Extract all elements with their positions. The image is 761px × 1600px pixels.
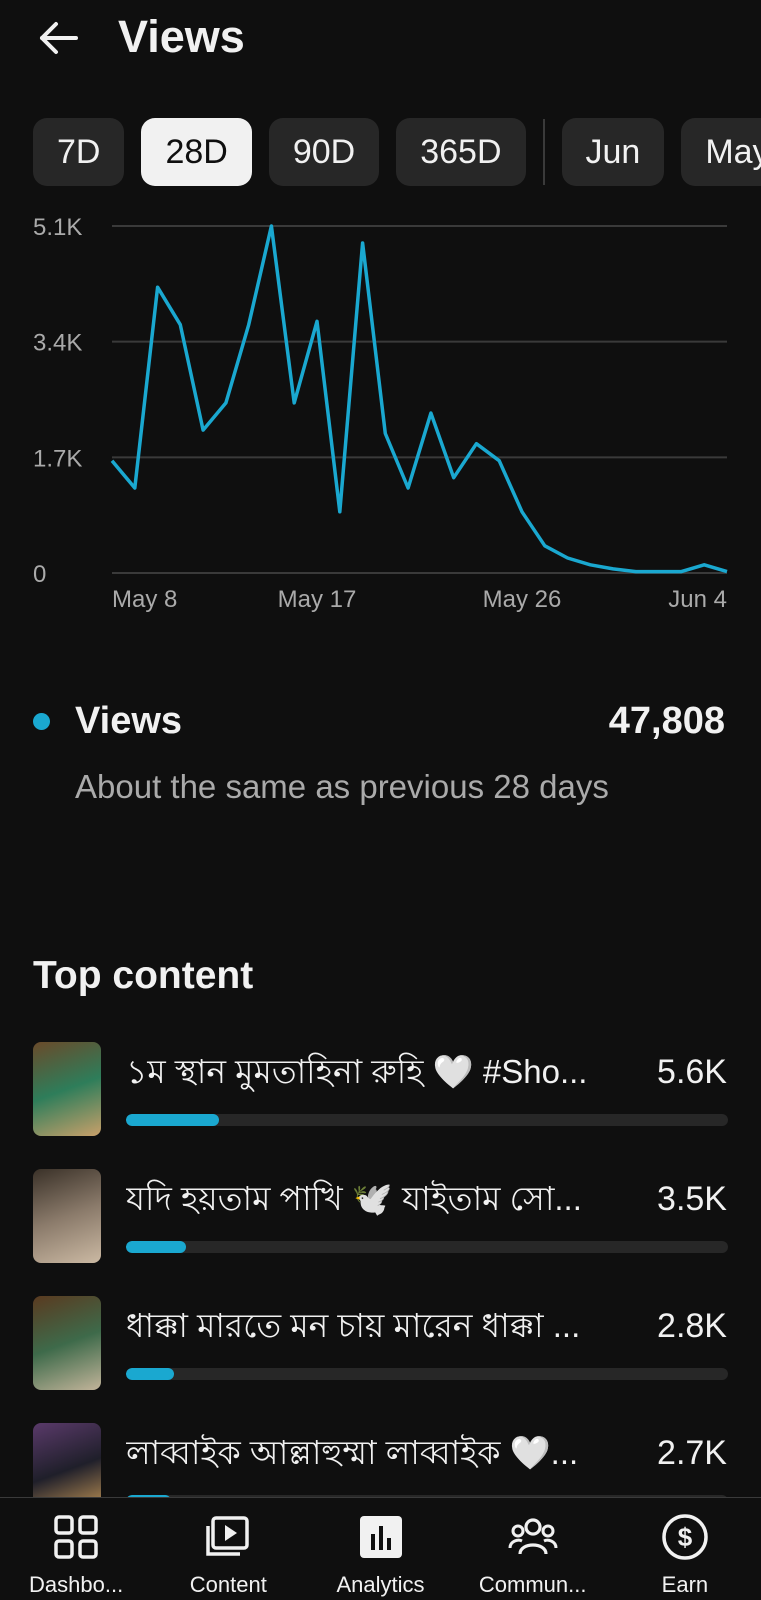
nav-earn[interactable]: $ Earn: [609, 1498, 761, 1600]
nav-label: Earn: [661, 1572, 709, 1597]
nav-label: Dashbo...: [29, 1572, 124, 1597]
chip-365d[interactable]: 365D: [396, 118, 526, 186]
views-share-fill: [126, 1114, 220, 1126]
metric-label: Views: [75, 700, 183, 742]
x-tick-label: May 8: [112, 586, 177, 613]
views-line-chart: 0 1.7K 3.4K 5.1K May 8 May 17 May 26 Jun 4: [33, 214, 728, 613]
nav-label: Analytics: [336, 1572, 425, 1597]
nav-dashboard[interactable]: Dashbo...: [0, 1498, 152, 1600]
list-item[interactable]: লাব্বাইক আল্লাহুম্মা লাব্বাইক 🤍... 2.7K: [0, 1423, 761, 1497]
views-share-bar: [126, 1368, 728, 1380]
chip-7d[interactable]: 7D: [33, 118, 125, 186]
content-library-icon: [206, 1516, 250, 1556]
views-chart: 0 1.7K 3.4K 5.1K May 8 May 17 May 26 Jun 4: [0, 200, 761, 640]
y-tick-label: 5.1K: [33, 214, 82, 241]
arrow-left-icon: [40, 22, 78, 54]
nav-label: Commun...: [478, 1572, 587, 1597]
video-views: 2.8K: [657, 1307, 727, 1345]
bottom-nav: Dashbo... Content Analytics Commun... $ …: [0, 1497, 761, 1600]
chip-28d[interactable]: 28D: [141, 118, 252, 186]
video-views: 2.7K: [657, 1434, 727, 1472]
video-views: 5.6K: [657, 1053, 727, 1091]
chip-divider: [542, 119, 545, 185]
top-content-list: ১ম স্থান মুমতাহিনা রুহি 🤍 #Sho... 5.6K য…: [0, 1042, 761, 1497]
x-tick-label: May 17: [278, 586, 357, 613]
dashboard-grid-icon: [54, 1515, 98, 1559]
nav-analytics[interactable]: Analytics: [304, 1498, 456, 1600]
chip-jun[interactable]: Jun: [561, 118, 665, 186]
app-header: Views: [0, 0, 761, 90]
y-tick-label: 0: [33, 561, 46, 588]
legend-dot: [33, 713, 50, 730]
video-views: 3.5K: [657, 1180, 727, 1218]
analytics-bar-icon: [359, 1516, 402, 1558]
period-chips: 7D 28D 90D 365D Jun May: [33, 118, 761, 186]
svg-text:$: $: [678, 1522, 693, 1552]
views-share-fill: [126, 1241, 187, 1253]
community-people-icon: [508, 1518, 558, 1555]
video-title: ধাক্কা মারতে মন চায় মারেন ধাক্কা ...: [126, 1307, 581, 1344]
video-title: লাব্বাইক আল্লাহুম্মা লাব্বাইক 🤍...: [126, 1434, 579, 1471]
video-thumbnail: [33, 1423, 101, 1497]
y-tick-label: 3.4K: [33, 330, 82, 357]
chip-90d[interactable]: 90D: [268, 118, 380, 186]
video-title: যদি হয়তাম পাখি 🕊️ যাইতাম সো...: [126, 1180, 582, 1217]
views-series-line: [110, 224, 728, 574]
metric-comparison: About the same as previous 28 days: [75, 768, 609, 805]
views-share-bar: [126, 1114, 728, 1126]
x-tick-label: Jun 4: [668, 586, 727, 613]
nav-community[interactable]: Commun...: [457, 1498, 609, 1600]
nav-label: Content: [189, 1572, 267, 1597]
earn-dollar-icon: $: [662, 1514, 708, 1560]
page-title: Views: [118, 11, 245, 62]
video-title: ১ম স্থান মুমতাহিনা রুহি 🤍 #Sho...: [126, 1053, 588, 1090]
video-thumbnail: [33, 1169, 101, 1263]
list-item[interactable]: যদি হয়তাম পাখি 🕊️ যাইতাম সো... 3.5K: [0, 1169, 761, 1264]
video-thumbnail: [33, 1296, 101, 1390]
y-tick-label: 1.7K: [33, 445, 82, 472]
top-content-title: Top content: [33, 954, 254, 997]
x-tick-label: May 26: [483, 586, 562, 613]
views-share-bar: [126, 1241, 728, 1253]
views-share-fill: [126, 1368, 175, 1380]
chip-may[interactable]: May: [681, 118, 761, 186]
nav-content[interactable]: Content: [152, 1498, 304, 1600]
views-metric: Views 47,808 About the same as previous …: [0, 695, 761, 825]
list-item[interactable]: ১ম স্থান মুমতাহিনা রুহি 🤍 #Sho... 5.6K: [0, 1042, 761, 1137]
metric-value: 47,808: [608, 700, 725, 742]
list-item[interactable]: ধাক্কা মারতে মন চায় মারেন ধাক্কা ... 2.…: [0, 1296, 761, 1391]
back-button[interactable]: [30, 10, 86, 66]
video-thumbnail: [33, 1042, 101, 1136]
